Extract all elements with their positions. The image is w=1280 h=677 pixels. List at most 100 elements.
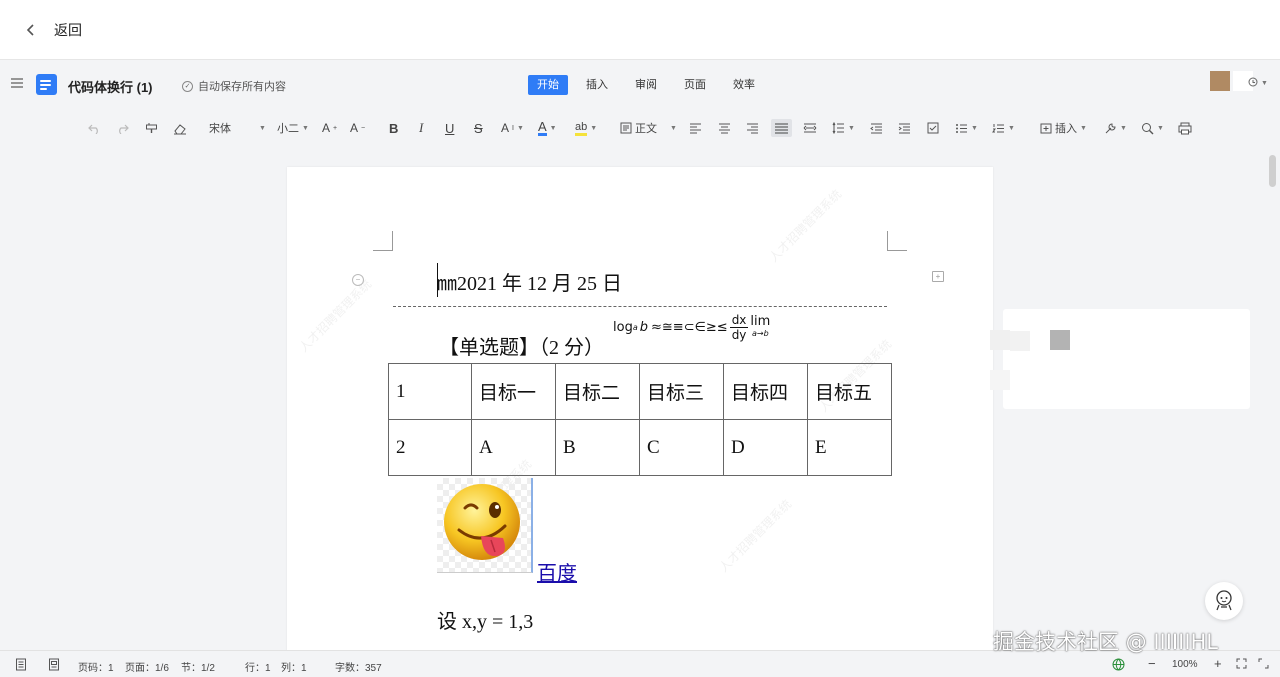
status-page-code: 页码：1 bbox=[78, 663, 114, 674]
add-comment-icon[interactable]: + bbox=[932, 271, 944, 282]
table-cell[interactable]: D bbox=[723, 419, 808, 476]
chevron-down-icon: ▼ bbox=[259, 124, 266, 132]
document-table[interactable]: 1 目标一 目标二 目标三 目标四 目标五 2 A B C D E bbox=[388, 363, 892, 476]
chevron-down-icon: ▼ bbox=[848, 124, 855, 132]
assistant-button[interactable] bbox=[1205, 582, 1243, 620]
fit-page-icon[interactable] bbox=[1236, 658, 1248, 670]
align-right-icon[interactable] bbox=[746, 119, 759, 137]
chevron-down-icon: ▼ bbox=[1261, 80, 1268, 87]
font-size-select[interactable]: 小二 ▼ bbox=[277, 119, 309, 137]
chevron-down-icon: ▼ bbox=[1008, 124, 1015, 132]
undo-icon[interactable] bbox=[88, 119, 101, 137]
formula-log-base: a bbox=[632, 323, 638, 332]
table-cell[interactable]: 目标三 bbox=[639, 363, 724, 420]
vertical-scrollbar[interactable] bbox=[1269, 155, 1276, 187]
insert-icon bbox=[1040, 122, 1052, 134]
align-center-icon[interactable] bbox=[718, 119, 731, 137]
tab-insert[interactable]: 插入 bbox=[577, 75, 617, 95]
formula-log: log bbox=[613, 320, 633, 335]
redo-icon[interactable] bbox=[116, 119, 129, 137]
formula-fraction: dx dy bbox=[729, 313, 749, 342]
margin-corner-mark bbox=[887, 231, 907, 251]
status-word-count[interactable]: 字数：357 bbox=[335, 659, 382, 674]
align-left-icon[interactable] bbox=[689, 119, 702, 137]
formula-symbols: ≈≅≡⊂∈≥≤ bbox=[651, 320, 728, 335]
tools-icon[interactable]: ▼ bbox=[1104, 119, 1127, 137]
table-row: 2 A B C D E bbox=[388, 419, 892, 476]
document-page[interactable]: 人才招聘管理系统 人才招聘管理系统 人才招聘管理系统 人才招聘管理系统 人才招聘… bbox=[287, 167, 993, 657]
outline-icon[interactable] bbox=[15, 658, 27, 671]
table-cell[interactable]: 1 bbox=[388, 363, 472, 420]
underline-icon[interactable]: U bbox=[445, 119, 454, 137]
tab-start[interactable]: 开始 bbox=[528, 75, 568, 95]
math-formula[interactable]: log a b ≈≅≡⊂∈≥≤ dx dy lim a→b bbox=[613, 313, 770, 342]
document-title[interactable]: 代码体换行 (1) bbox=[68, 77, 153, 96]
winking-emoji-image[interactable] bbox=[437, 478, 533, 573]
fullscreen-icon[interactable] bbox=[1258, 658, 1270, 670]
question-heading[interactable]: 【单选题】（2 分） bbox=[439, 331, 604, 360]
chevron-down-icon: ▼ bbox=[971, 124, 978, 132]
font-color-icon[interactable]: A ▼ bbox=[538, 119, 557, 137]
font-name-select[interactable]: 宋体 ▼ bbox=[209, 119, 266, 137]
back-button[interactable]: 返回 bbox=[54, 20, 82, 40]
table-cell[interactable]: 目标五 bbox=[807, 363, 892, 420]
header-divider bbox=[393, 306, 887, 307]
tab-page[interactable]: 页面 bbox=[675, 75, 715, 95]
table-cell[interactable]: 目标四 bbox=[723, 363, 808, 420]
date-paragraph[interactable]: ㎜2021 年 12 月 25 日 bbox=[437, 267, 622, 296]
collapse-icon[interactable]: − bbox=[352, 274, 364, 286]
chevron-down-icon: ▼ bbox=[670, 124, 677, 132]
insert-menu-button[interactable]: 插入 ▼ bbox=[1040, 119, 1087, 137]
numbered-list-icon[interactable]: ▼ bbox=[992, 119, 1015, 137]
table-cell[interactable]: 目标二 bbox=[555, 363, 640, 420]
decrease-font-icon[interactable]: A − bbox=[350, 119, 365, 137]
chevron-down-icon: ▼ bbox=[590, 124, 598, 132]
tab-efficiency[interactable]: 效率 bbox=[724, 75, 764, 95]
formatting-toolbar: 宋体 ▼ 小二 ▼ A + A − B I U S A I ▼ A ▼ ab ▼ 正文 ▼ … bbox=[0, 108, 1280, 148]
source-watermark: 掘金技术社区 @ IIIIIIHL bbox=[993, 630, 1219, 654]
table-cell[interactable]: A bbox=[471, 419, 556, 476]
formula-log-arg: b bbox=[639, 320, 648, 335]
language-icon[interactable] bbox=[1112, 658, 1125, 671]
table-cell[interactable]: B bbox=[555, 419, 640, 476]
bold-icon[interactable]: B bbox=[389, 119, 398, 137]
history-menu-button[interactable]: ▼ bbox=[1248, 77, 1268, 90]
distributed-align-icon[interactable] bbox=[803, 119, 817, 137]
search-icon[interactable]: ▼ bbox=[1141, 119, 1164, 137]
autosave-label: 自动保存所有内容 bbox=[198, 81, 286, 93]
status-column: 列：1 bbox=[281, 663, 307, 674]
chevron-left-icon[interactable] bbox=[22, 21, 40, 39]
align-justify-icon[interactable] bbox=[771, 119, 792, 137]
baidu-link[interactable]: 百度 bbox=[537, 557, 577, 586]
increase-font-icon[interactable]: A + bbox=[322, 119, 337, 137]
table-cell[interactable]: C bbox=[639, 419, 724, 476]
status-page[interactable]: 页面：1/6 bbox=[125, 659, 169, 674]
paragraph-style-select[interactable]: 正文 ▼ bbox=[620, 119, 677, 137]
table-row: 1 目标一 目标二 目标三 目标四 目标五 bbox=[388, 363, 892, 420]
zoom-level[interactable]: 100% bbox=[1172, 659, 1198, 670]
print-icon[interactable] bbox=[1178, 119, 1192, 137]
history-icon bbox=[1248, 77, 1258, 90]
indent-icon[interactable] bbox=[898, 119, 911, 137]
tab-review[interactable]: 审阅 bbox=[626, 75, 666, 95]
table-cell[interactable]: E bbox=[807, 419, 892, 476]
bulleted-list-icon[interactable]: ▼ bbox=[955, 119, 978, 137]
table-cell[interactable]: 目标一 bbox=[471, 363, 556, 420]
zoom-in-icon[interactable]: + bbox=[1214, 656, 1222, 671]
format-painter-icon[interactable] bbox=[145, 119, 158, 137]
menu-icon[interactable] bbox=[10, 76, 26, 92]
avatar[interactable] bbox=[1210, 71, 1230, 91]
superscript-icon[interactable]: A I ▼ bbox=[501, 119, 524, 137]
eraser-icon[interactable] bbox=[173, 119, 187, 137]
table-cell[interactable]: 2 bbox=[388, 419, 472, 476]
page-view-icon[interactable] bbox=[48, 658, 60, 671]
highlight-icon[interactable]: ab ▼ bbox=[575, 119, 597, 137]
checkbox-icon[interactable] bbox=[927, 119, 939, 137]
strikethrough-icon[interactable]: S bbox=[474, 119, 483, 137]
document-header: 代码体换行 (1) ✓ 自动保存所有内容 开始 插入 审阅 页面 效率 ▼ bbox=[0, 61, 1280, 107]
italic-icon[interactable]: I bbox=[419, 119, 423, 137]
zoom-out-icon[interactable]: − bbox=[1148, 656, 1156, 671]
outdent-icon[interactable] bbox=[870, 119, 883, 137]
line-spacing-icon[interactable]: ▼ bbox=[832, 119, 855, 137]
equation-paragraph[interactable]: 设 x,y = 1,3 bbox=[437, 605, 533, 634]
